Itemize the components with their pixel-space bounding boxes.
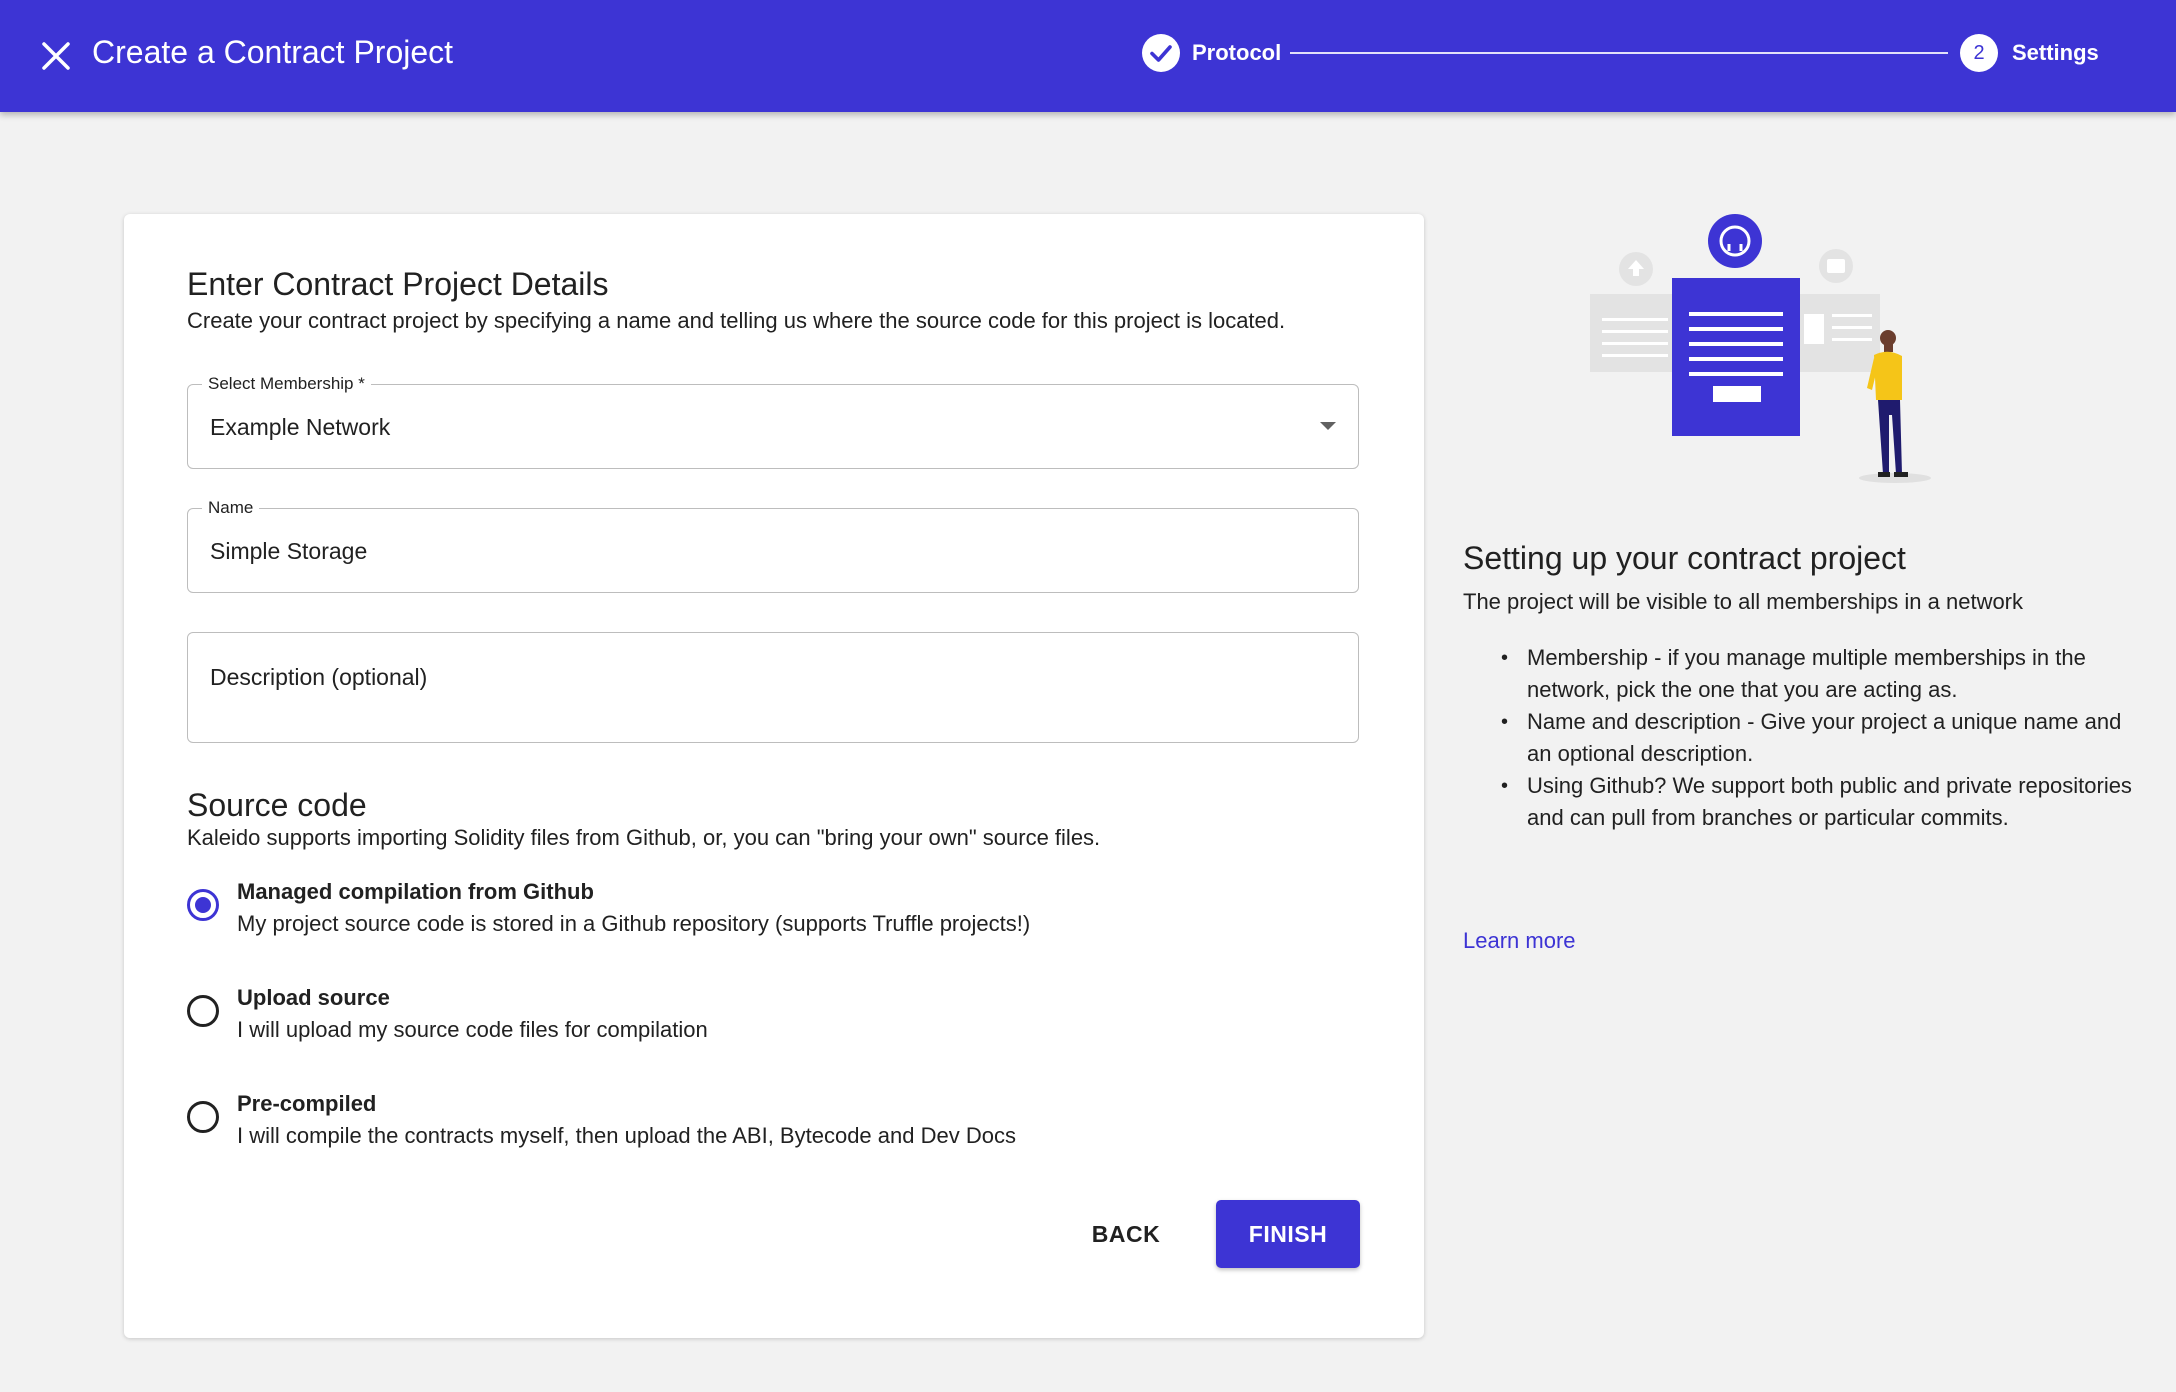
membership-value: Example Network <box>210 414 391 440</box>
radio-button[interactable] <box>187 1101 219 1133</box>
membership-select[interactable]: Select Membership * Example Network <box>187 374 1359 469</box>
radio-button[interactable] <box>187 995 219 1027</box>
top-app-bar: Create a Contract Project Protocol 2 Set… <box>0 0 2176 112</box>
radio-option-github[interactable]: Managed compilation from Github My proje… <box>187 877 1287 943</box>
dropdown-arrow-icon <box>1320 422 1336 430</box>
page-title: Create a Contract Project <box>92 34 454 70</box>
info-title: Setting up your contract project <box>1463 540 1906 576</box>
radio-option-upload[interactable]: Upload source I will upload my source co… <box>187 983 1287 1049</box>
name-field[interactable]: Name Simple Storage <box>187 498 1359 593</box>
radio-title: Managed compilation from Github <box>237 879 594 904</box>
info-bullet: Using Github? We support both public and… <box>1501 770 2147 834</box>
step-number-badge: 2 <box>1960 34 1998 72</box>
info-subtitle: The project will be visible to all membe… <box>1463 589 2024 614</box>
description-field[interactable]: Description (optional) <box>187 632 1359 743</box>
learn-more-link[interactable]: Learn more <box>1463 926 1576 956</box>
info-bullet: Name and description - Give your project… <box>1501 706 2147 770</box>
form-title: Enter Contract Project Details <box>187 266 609 302</box>
description-placeholder: Description (optional) <box>210 664 428 690</box>
name-value: Simple Storage <box>210 538 368 564</box>
step-settings-label: Settings <box>2012 40 2099 65</box>
radio-description: I will upload my source code files for c… <box>237 1017 708 1042</box>
stepper-connector <box>1290 52 1948 54</box>
name-label: Name <box>202 498 260 518</box>
source-code-subtitle: Kaleido supports importing Solidity file… <box>187 825 1101 850</box>
info-bullet-list: Membership - if you manage multiple memb… <box>1463 642 2147 834</box>
form-subtitle: Create your contract project by specifyi… <box>187 308 1286 333</box>
radio-description: My project source code is stored in a Gi… <box>237 911 1031 936</box>
info-bullet: Membership - if you manage multiple memb… <box>1501 642 2147 706</box>
check-icon <box>1142 34 1180 72</box>
finish-button[interactable]: FINISH <box>1216 1200 1360 1268</box>
radio-description: I will compile the contracts myself, the… <box>237 1123 1016 1148</box>
close-icon[interactable] <box>36 36 76 76</box>
radio-title: Pre-compiled <box>237 1091 377 1116</box>
radio-title: Upload source <box>237 985 390 1010</box>
radio-option-precompiled[interactable]: Pre-compiled I will compile the contract… <box>187 1089 1287 1155</box>
back-button[interactable]: BACK <box>1068 1200 1184 1268</box>
contract-illustration <box>1580 210 1940 490</box>
radio-button-selected[interactable] <box>187 889 219 921</box>
source-code-title: Source code <box>187 787 367 823</box>
step-protocol-label: Protocol <box>1192 40 1282 65</box>
membership-label: Select Membership * <box>202 374 371 394</box>
